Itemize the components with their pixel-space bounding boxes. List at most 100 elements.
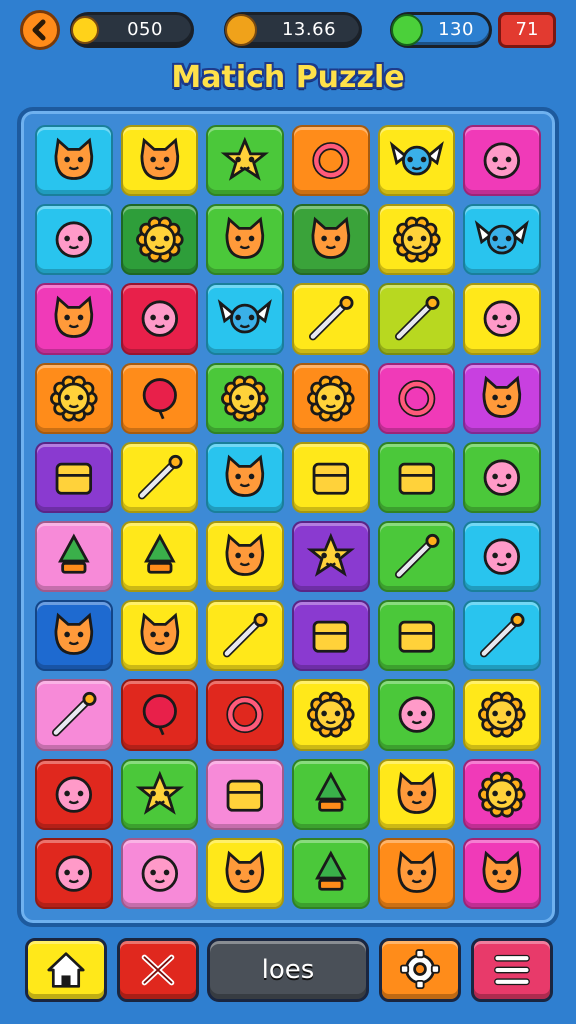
puzzle-tile[interactable] xyxy=(120,362,199,434)
back-button[interactable] xyxy=(20,10,60,50)
puzzle-tile[interactable] xyxy=(120,204,199,276)
puzzle-tile[interactable] xyxy=(463,283,541,355)
puzzle-tile[interactable] xyxy=(463,837,541,909)
winged-cat-icon xyxy=(54,296,94,339)
puzzle-tile[interactable] xyxy=(206,125,284,197)
settings-button[interactable] xyxy=(379,938,461,1002)
level-label: loes xyxy=(261,955,315,985)
puzzle-tile[interactable] xyxy=(206,441,284,513)
puzzle-tile[interactable] xyxy=(120,600,199,672)
puzzle-tile[interactable] xyxy=(206,679,284,751)
tree-icon xyxy=(143,533,176,574)
puzzle-tile[interactable] xyxy=(292,125,370,197)
screw-icon xyxy=(394,533,440,579)
bubble-face-icon xyxy=(55,221,93,258)
puzzle-tile[interactable] xyxy=(377,362,456,434)
puzzle-tile[interactable] xyxy=(35,125,113,197)
puzzle-tile[interactable] xyxy=(377,441,456,513)
puzzle-tile[interactable] xyxy=(120,679,199,751)
shuffle-icon xyxy=(141,954,175,986)
coins-counter: 050 xyxy=(70,12,194,48)
flower-face-icon xyxy=(307,375,355,422)
puzzle-tile[interactable] xyxy=(292,204,370,276)
puzzle-tile[interactable] xyxy=(292,679,370,751)
star-face-icon xyxy=(221,136,270,181)
puzzle-tile[interactable] xyxy=(35,204,113,276)
puzzle-tile[interactable] xyxy=(35,521,113,593)
winged-box-icon xyxy=(475,220,530,255)
puzzle-tile[interactable] xyxy=(206,362,284,434)
puzzle-tile[interactable] xyxy=(377,125,456,197)
bow-arrow-icon xyxy=(51,692,97,737)
sun-face-icon xyxy=(50,375,98,422)
puzzle-tile[interactable] xyxy=(463,441,541,513)
home-button[interactable] xyxy=(25,938,107,1002)
paint-brush-icon xyxy=(223,613,268,658)
puzzle-tile[interactable] xyxy=(35,758,113,830)
puzzle-tile[interactable] xyxy=(463,362,541,434)
puzzle-tile[interactable] xyxy=(463,679,541,751)
coins-value: 050 xyxy=(127,19,163,40)
timer-value: 13.66 xyxy=(281,19,337,40)
puzzle-tile[interactable] xyxy=(206,521,284,593)
pillow-sword-icon xyxy=(137,454,183,500)
puzzle-tile[interactable] xyxy=(377,679,456,751)
puzzle-tile[interactable] xyxy=(377,204,456,276)
winged-creature-icon xyxy=(389,141,444,176)
level-button[interactable]: loes xyxy=(207,938,369,1002)
puzzle-tile[interactable] xyxy=(377,521,456,593)
puzzle-tile[interactable] xyxy=(35,679,113,751)
cat-face-icon xyxy=(225,533,265,576)
puzzle-tile[interactable] xyxy=(292,600,370,672)
sun-face-icon xyxy=(221,375,269,422)
puzzle-tile[interactable] xyxy=(35,837,113,909)
puzzle-tile[interactable] xyxy=(35,362,113,434)
top-hud: 050 13.66 130 71 xyxy=(0,0,576,62)
puzzle-tile[interactable] xyxy=(377,600,456,672)
home-icon xyxy=(47,952,85,988)
puzzle-tile[interactable] xyxy=(120,283,199,355)
sun-face-icon xyxy=(478,691,526,738)
puzzle-tile[interactable] xyxy=(292,758,370,830)
puzzle-tile[interactable] xyxy=(120,521,199,593)
puzzle-tile[interactable] xyxy=(206,837,284,909)
puzzle-tile[interactable] xyxy=(377,758,456,830)
hooded-face-icon xyxy=(483,142,521,179)
puzzle-tile[interactable] xyxy=(292,441,370,513)
puzzle-tile[interactable] xyxy=(463,204,541,276)
puzzle-tile[interactable] xyxy=(463,125,541,197)
coin-icon xyxy=(71,16,99,44)
puzzle-tile[interactable] xyxy=(120,837,199,909)
shuffle-button[interactable] xyxy=(117,938,199,1002)
cat-face-icon xyxy=(54,612,94,656)
puzzle-tile[interactable] xyxy=(206,204,284,276)
puzzle-tile[interactable] xyxy=(292,521,370,593)
mouse-face-icon xyxy=(55,855,93,892)
puzzle-tile[interactable] xyxy=(35,600,113,672)
gems-value: 130 xyxy=(438,19,474,40)
puzzle-tile[interactable] xyxy=(463,521,541,593)
puzzle-tile[interactable] xyxy=(35,283,113,355)
puzzle-tile[interactable] xyxy=(377,837,456,909)
puzzle-tile[interactable] xyxy=(206,600,284,672)
puzzle-tile[interactable] xyxy=(206,758,284,830)
puzzle-tile[interactable] xyxy=(377,283,456,355)
puzzle-tile[interactable] xyxy=(120,125,199,197)
game-title: Matich Puzzle xyxy=(171,60,405,95)
cat-face-icon xyxy=(397,850,436,893)
puzzle-tile[interactable] xyxy=(206,283,284,355)
fish-face-icon xyxy=(398,696,435,734)
puzzle-tile[interactable] xyxy=(292,362,370,434)
puzzle-tile[interactable] xyxy=(120,441,199,513)
camera-icon xyxy=(226,779,264,812)
puzzle-tile[interactable] xyxy=(35,441,113,513)
puzzle-tile[interactable] xyxy=(292,837,370,909)
puzzle-tile[interactable] xyxy=(292,283,370,355)
puzzle-tile[interactable] xyxy=(463,758,541,830)
puzzle-tile[interactable] xyxy=(120,758,199,830)
puzzle-tile[interactable] xyxy=(463,600,541,672)
ring-icon xyxy=(398,379,435,417)
winged-ball-icon xyxy=(218,299,273,334)
menu-button[interactable] xyxy=(471,938,553,1002)
gear-sword-icon xyxy=(394,296,440,341)
